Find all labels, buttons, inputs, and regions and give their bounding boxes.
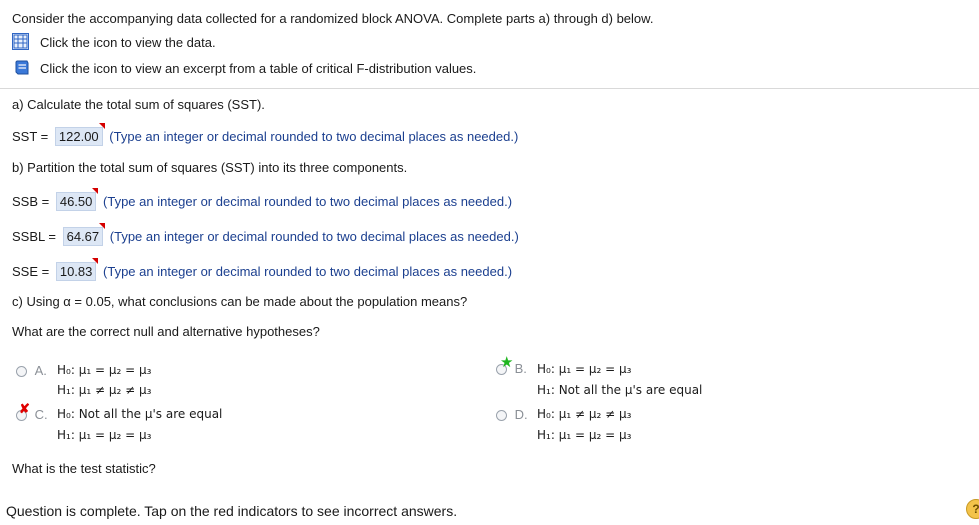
part-a-question: a) Calculate the total sum of squares (S… (12, 97, 265, 112)
incorrect-x-icon: ✘ (19, 401, 30, 416)
ssb-label: SSB = (12, 194, 50, 209)
correct-star-icon: ★ (500, 354, 514, 371)
sst-value: 122.00 (58, 129, 99, 144)
option-a-letter: A. (34, 363, 47, 378)
sse-value: 10.83 (59, 264, 93, 279)
option-d-h1: H₁: μ₁ = μ₂ = μ₃ (537, 428, 632, 442)
question-intro: Consider the accompanying data collected… (12, 11, 654, 26)
test-statistic-prompt: What is the test statistic? (12, 461, 156, 476)
ssbl-label: SSBL = (12, 229, 56, 244)
option-b-h0: H₀: μ₁ = μ₂ = μ₃ (537, 362, 632, 376)
option-d-h0: H₀: μ₁ ≠ μ₂ ≠ μ₃ (537, 407, 632, 421)
sse-label: SSE = (12, 264, 50, 279)
part-c-question: c) Using α = 0.05, what conclusions can … (12, 294, 468, 309)
part-b-question: b) Partition the total sum of squares (S… (12, 160, 408, 175)
sst-hint: (Type an integer or decimal rounded to t… (109, 129, 519, 144)
option-b-h1: H₁: Not all the μ's are equal (537, 383, 703, 397)
sse-answer-box[interactable]: 10.83 (55, 258, 99, 281)
completion-status: Question is complete. Tap on the red ind… (6, 503, 458, 519)
incorrect-indicator-flag[interactable] (92, 188, 99, 194)
incorrect-indicator-flag[interactable] (92, 258, 99, 264)
option-a[interactable]: A. (16, 363, 47, 378)
ssbl-hint: (Type an integer or decimal rounded to t… (109, 229, 519, 244)
option-c-letter: C. (34, 407, 48, 422)
ssbl-row: SSBL = 64.67 (Type an integer or decimal… (12, 223, 519, 246)
option-b-letter: B. (514, 361, 527, 376)
option-d-radio[interactable] (496, 410, 507, 422)
view-f-table-link[interactable]: Click the icon to view an excerpt from a… (40, 61, 476, 76)
view-data-link[interactable]: Click the icon to view the data. (40, 35, 216, 50)
sst-answer-box[interactable]: 122.00 (54, 123, 105, 146)
ssb-value: 46.50 (59, 194, 93, 209)
option-a-radio[interactable] (16, 366, 27, 378)
ssb-answer-box[interactable]: 46.50 (55, 188, 99, 211)
incorrect-indicator-flag[interactable] (98, 123, 105, 129)
option-a-h1: H₁: μ₁ ≠ μ₂ ≠ μ₃ (57, 383, 152, 397)
option-a-h0: H₀: μ₁ = μ₂ = μ₃ (57, 363, 152, 377)
option-c[interactable]: ✘ C. (16, 401, 48, 422)
option-d-letter: D. (514, 407, 528, 422)
ssb-row: SSB = 46.50 (Type an integer or decimal … (12, 188, 513, 211)
data-table-icon[interactable] (12, 33, 29, 50)
option-c-h0: H₀: Not all the μ's are equal (57, 407, 223, 421)
divider (0, 88, 979, 89)
sse-row: SSE = 10.83 (Type an integer or decimal … (12, 258, 513, 281)
ssbl-answer-box[interactable]: 64.67 (62, 223, 106, 246)
ssb-hint: (Type an integer or decimal rounded to t… (103, 194, 513, 209)
ssbl-value: 64.67 (66, 229, 100, 244)
sse-hint: (Type an integer or decimal rounded to t… (103, 264, 513, 279)
sst-row: SST = 122.00 (Type an integer or decimal… (12, 123, 519, 146)
option-d[interactable]: D. (496, 407, 528, 422)
sst-label: SST = (12, 129, 49, 144)
option-b[interactable]: ★ B. (496, 354, 527, 376)
incorrect-indicator-flag[interactable] (99, 223, 106, 229)
hypotheses-prompt: What are the correct null and alternativ… (12, 324, 320, 339)
option-c-h1: H₁: μ₁ = μ₂ = μ₃ (57, 428, 152, 442)
book-icon[interactable] (14, 59, 31, 76)
help-icon[interactable]: ? (966, 499, 979, 519)
